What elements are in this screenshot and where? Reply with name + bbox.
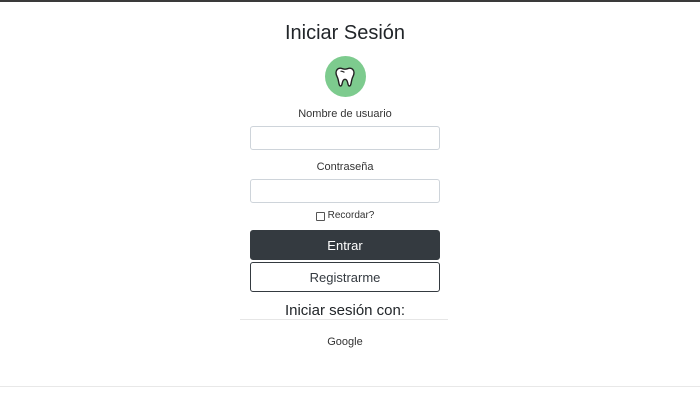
username-input[interactable] <box>250 126 440 150</box>
password-input[interactable] <box>250 179 440 203</box>
register-button[interactable]: Registrarme <box>250 262 440 292</box>
google-login-link[interactable]: Google <box>250 335 440 349</box>
login-page: Iniciar Sesión Nombre de usuario Contras… <box>0 0 700 400</box>
social-login-title: Iniciar sesión con: <box>284 302 406 319</box>
login-button[interactable]: Entrar <box>250 230 440 260</box>
tooth-icon <box>335 67 355 87</box>
login-card: Iniciar Sesión Nombre de usuario Contras… <box>250 0 440 320</box>
page-title: Iniciar Sesión <box>284 22 406 44</box>
username-label: Nombre de usuario <box>298 108 392 120</box>
remember-label: Recordar? <box>327 210 375 221</box>
divider <box>240 319 448 320</box>
remember-checkbox[interactable] <box>315 211 325 221</box>
remember-row: Recordar? <box>315 210 375 222</box>
password-label: Contraseña <box>316 161 374 173</box>
logo-badge <box>324 56 366 97</box>
footer-divider <box>0 386 700 387</box>
